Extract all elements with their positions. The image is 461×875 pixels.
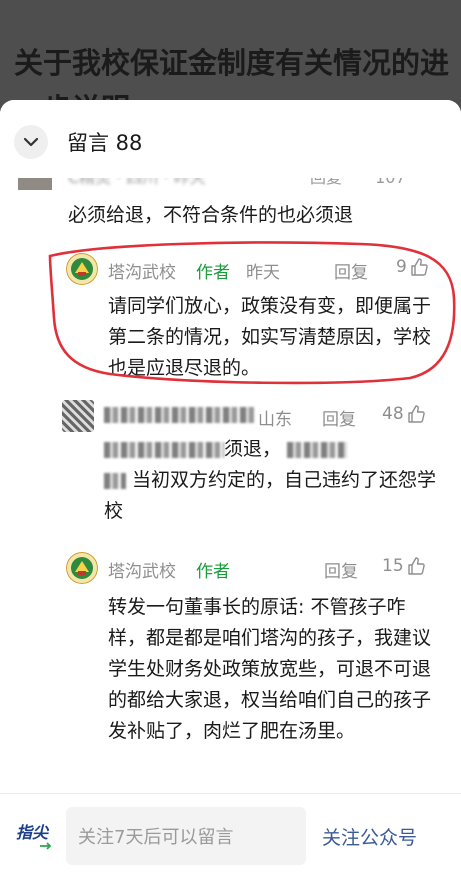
bottom-bar: 指尖 关注7天后可以留言 关注公众号 (0, 793, 461, 875)
author-name (104, 405, 254, 425)
comment-item: 山东 回复 48 须退， 当初双方约定的，自己违约了还怨学校 (62, 400, 442, 535)
comment-text: 须退， 当初双方约定的，自己违约了还怨学校 (104, 438, 437, 522)
author-name[interactable]: 塔沟武校 (108, 557, 176, 582)
comment-meta: C精灵 · 四川 · 昨天 (68, 178, 206, 188)
chevron-down-icon (23, 137, 39, 147)
like-count: 48 (382, 404, 404, 424)
collapse-button[interactable] (14, 125, 48, 159)
svg-text:指尖: 指尖 (16, 823, 50, 842)
like-button[interactable]: 15 (382, 556, 426, 576)
comment-actions: 回复 107 (310, 178, 406, 188)
reply-button[interactable]: 回复 (310, 178, 342, 187)
avatar (62, 400, 94, 432)
app-logo: 指尖 (14, 816, 56, 856)
comment-text: 转发一句董事长的原话: 不管孩子咋样，都是都是咱们塔沟的孩子，我建议学生处财务处… (108, 596, 432, 742)
author-reply: 塔沟武校 作者 回复 15 转发一句董事长的原话: 不管孩子咋样，都是都是咱们塔… (66, 552, 446, 792)
obscured-text (104, 441, 224, 458)
comment-text: 必须给退，不符合条件的也必须退 (68, 204, 354, 226)
comment-region: 山东 (258, 410, 292, 430)
like-count: 15 (382, 556, 404, 576)
like-count: 107 (375, 178, 406, 187)
comment-partial-header: C精灵 · 四川 · 昨天 回复 107 (0, 178, 461, 190)
obscured-text (287, 441, 348, 458)
thumbs-up-icon (407, 557, 425, 575)
follow-account-link[interactable]: 关注公众号 (322, 823, 417, 850)
comments-header: 留言 88 (0, 100, 461, 178)
reply-button[interactable]: 回复 (324, 557, 358, 582)
author-badge: 作者 (196, 562, 230, 582)
obscured-text (104, 472, 126, 489)
thumbs-up-icon (407, 405, 425, 423)
like-button[interactable]: 48 (382, 404, 426, 424)
avatar (18, 178, 52, 190)
comments-count-title: 留言 88 (67, 131, 143, 155)
comment-input[interactable]: 关注7天后可以留言 (66, 807, 306, 865)
school-logo-avatar (66, 552, 98, 584)
highlight-circle (48, 241, 456, 385)
reply-button[interactable]: 回复 (322, 405, 356, 430)
obscured-text (104, 407, 254, 423)
comments-sheet: 留言 88 C精灵 · 四川 · 昨天 回复 107 必须给退，不符合条件的也必… (0, 100, 461, 875)
